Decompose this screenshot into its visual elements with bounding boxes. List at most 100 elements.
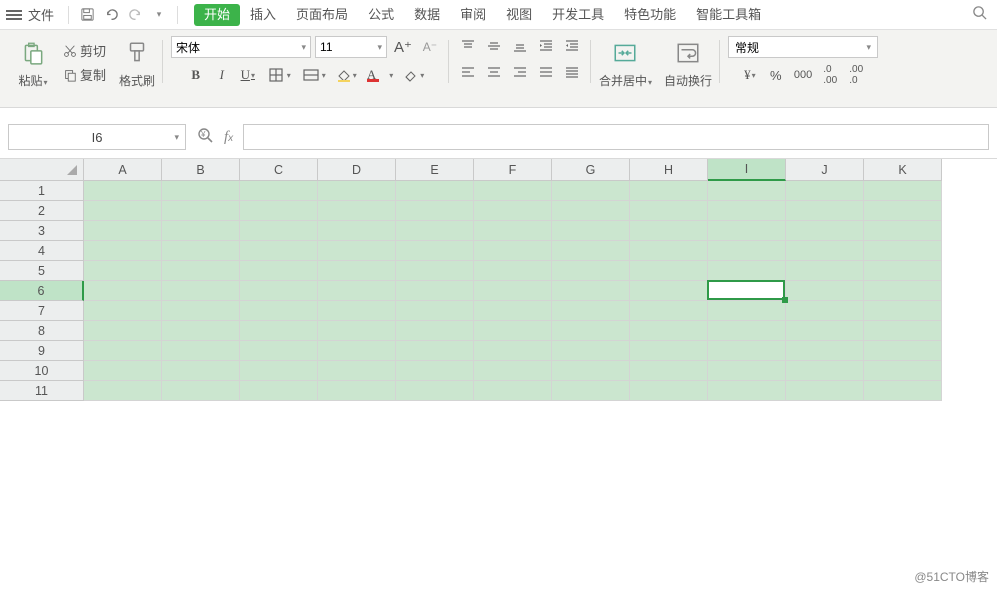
cell-F6[interactable] — [474, 281, 552, 301]
cell-K10[interactable] — [864, 361, 942, 381]
cell-D1[interactable] — [318, 181, 396, 201]
cell-I8[interactable] — [708, 321, 786, 341]
cell-H1[interactable] — [630, 181, 708, 201]
wrap-text-button[interactable] — [671, 36, 705, 70]
col-header-J[interactable]: J — [786, 159, 864, 181]
justify-icon[interactable] — [535, 62, 557, 82]
col-header-E[interactable]: E — [396, 159, 474, 181]
cell-A8[interactable] — [84, 321, 162, 341]
align-center-icon[interactable] — [483, 62, 505, 82]
cell-D11[interactable] — [318, 381, 396, 401]
cell-A4[interactable] — [84, 241, 162, 261]
cell-D8[interactable] — [318, 321, 396, 341]
cell-J6[interactable] — [786, 281, 864, 301]
tab-formulas[interactable]: 公式 — [358, 4, 404, 26]
row-header-2[interactable]: 2 — [0, 201, 84, 221]
comma-button[interactable]: 000 — [791, 64, 815, 86]
fill-color-button[interactable]: ▾ — [333, 64, 360, 86]
col-header-H[interactable]: H — [630, 159, 708, 181]
underline-button[interactable]: U▾ — [237, 64, 259, 86]
cell-K8[interactable] — [864, 321, 942, 341]
cell-B5[interactable] — [162, 261, 240, 281]
borders-button[interactable]: ▾ — [263, 64, 294, 86]
cell-B7[interactable] — [162, 301, 240, 321]
col-header-D[interactable]: D — [318, 159, 396, 181]
format-painter-button[interactable] — [120, 36, 154, 70]
cell-A9[interactable] — [84, 341, 162, 361]
row-header-5[interactable]: 5 — [0, 261, 84, 281]
col-header-K[interactable]: K — [864, 159, 942, 181]
cell-K11[interactable] — [864, 381, 942, 401]
cell-K1[interactable] — [864, 181, 942, 201]
tab-review[interactable]: 审阅 — [450, 4, 496, 26]
distribute-icon[interactable] — [561, 62, 583, 82]
formula-input[interactable] — [243, 124, 989, 150]
tab-smart-toolbox[interactable]: 智能工具箱 — [686, 4, 771, 26]
cell-E7[interactable] — [396, 301, 474, 321]
increase-font-icon[interactable]: A⁺ — [391, 36, 415, 58]
cell-J4[interactable] — [786, 241, 864, 261]
cell-B9[interactable] — [162, 341, 240, 361]
cell-I9[interactable] — [708, 341, 786, 361]
cell-G4[interactable] — [552, 241, 630, 261]
col-header-A[interactable]: A — [84, 159, 162, 181]
cell-J8[interactable] — [786, 321, 864, 341]
italic-button[interactable]: I — [211, 64, 233, 86]
cut-button[interactable]: 剪切 — [60, 40, 109, 62]
quickbar-more-icon[interactable]: ▾ — [149, 5, 169, 25]
tab-data[interactable]: 数据 — [404, 4, 450, 26]
cell-A6[interactable] — [84, 281, 162, 301]
cell-A1[interactable] — [84, 181, 162, 201]
cell-G11[interactable] — [552, 381, 630, 401]
row-header-11[interactable]: 11 — [0, 381, 84, 401]
col-header-F[interactable]: F — [474, 159, 552, 181]
merge-center-button[interactable] — [608, 36, 642, 70]
align-right-icon[interactable] — [509, 62, 531, 82]
decrease-indent-icon[interactable] — [561, 36, 583, 56]
cell-D6[interactable] — [318, 281, 396, 301]
cell-K2[interactable] — [864, 201, 942, 221]
cell-B4[interactable] — [162, 241, 240, 261]
cell-H9[interactable] — [630, 341, 708, 361]
percent-button[interactable]: % — [765, 64, 787, 86]
increase-decimal-icon[interactable]: .0.00 — [819, 64, 841, 86]
font-name-select[interactable]: 宋体▾ — [171, 36, 311, 58]
cell-G2[interactable] — [552, 201, 630, 221]
cell-K3[interactable] — [864, 221, 942, 241]
cell-H5[interactable] — [630, 261, 708, 281]
file-menu[interactable]: 文件 — [28, 5, 54, 24]
cell-E10[interactable] — [396, 361, 474, 381]
redo-icon[interactable] — [125, 5, 145, 25]
fx-icon[interactable]: fx — [224, 129, 233, 146]
cell-D5[interactable] — [318, 261, 396, 281]
cell-J9[interactable] — [786, 341, 864, 361]
cell-C9[interactable] — [240, 341, 318, 361]
cell-E8[interactable] — [396, 321, 474, 341]
cell-H2[interactable] — [630, 201, 708, 221]
cell-B6[interactable] — [162, 281, 240, 301]
cell-D3[interactable] — [318, 221, 396, 241]
align-left-icon[interactable] — [457, 62, 479, 82]
tab-insert[interactable]: 插入 — [240, 4, 286, 26]
cell-grid[interactable] — [84, 181, 942, 401]
cell-F4[interactable] — [474, 241, 552, 261]
cell-C3[interactable] — [240, 221, 318, 241]
search-icon[interactable] — [968, 5, 991, 24]
save-icon[interactable] — [77, 5, 97, 25]
cell-J5[interactable] — [786, 261, 864, 281]
number-format-select[interactable]: 常规▾ — [728, 36, 878, 58]
cell-K4[interactable] — [864, 241, 942, 261]
row-header-1[interactable]: 1 — [0, 181, 84, 201]
cell-A11[interactable] — [84, 381, 162, 401]
cell-E3[interactable] — [396, 221, 474, 241]
font-color-button[interactable]: A▾ — [364, 64, 396, 86]
cell-J1[interactable] — [786, 181, 864, 201]
cell-F3[interactable] — [474, 221, 552, 241]
cell-K9[interactable] — [864, 341, 942, 361]
cell-H4[interactable] — [630, 241, 708, 261]
cell-D10[interactable] — [318, 361, 396, 381]
cell-E4[interactable] — [396, 241, 474, 261]
col-header-G[interactable]: G — [552, 159, 630, 181]
tab-view[interactable]: 视图 — [496, 4, 542, 26]
copy-button[interactable]: 复制 — [60, 64, 109, 86]
